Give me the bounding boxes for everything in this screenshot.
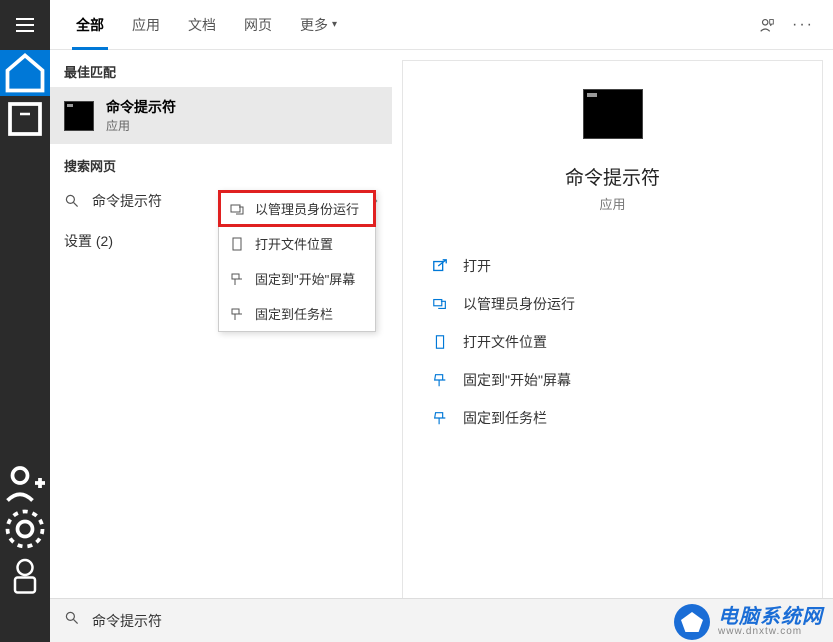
detail-panel: 命令提示符 应用 打开 以管理员身份运行 打开文件位置: [402, 60, 823, 632]
context-pin-to-start[interactable]: 固定到"开始"屏幕: [219, 261, 375, 296]
best-match-subtitle: 应用: [106, 117, 176, 134]
more-options-button[interactable]: ···: [785, 7, 821, 43]
rail-settings-button[interactable]: [0, 506, 50, 552]
open-icon: [431, 257, 449, 275]
action-pin-to-taskbar[interactable]: 固定到任务栏: [423, 401, 802, 435]
tab-web[interactable]: 网页: [230, 0, 286, 50]
detail-title: 命令提示符: [565, 163, 660, 190]
pin-taskbar-icon: [229, 306, 245, 322]
feedback-icon: [758, 16, 776, 34]
tab-all[interactable]: 全部: [62, 0, 118, 50]
tab-more-label: 更多: [300, 15, 328, 35]
main-panel: 全部 应用 文档 网页 更多 ▾ ··· 最佳匹配: [50, 0, 833, 642]
tab-apps[interactable]: 应用: [118, 0, 174, 50]
ellipsis-icon: ···: [792, 16, 814, 34]
hamburger-button[interactable]: [0, 0, 50, 50]
tab-docs[interactable]: 文档: [174, 0, 230, 50]
action-open[interactable]: 打开: [423, 249, 802, 283]
action-open-file-location[interactable]: 打开文件位置: [423, 325, 802, 359]
collection-icon: [0, 94, 50, 144]
user-icon: [0, 550, 50, 600]
rail-home-button[interactable]: [0, 50, 50, 96]
search-input-text: 命令提示符: [92, 611, 162, 631]
action-open-label: 打开: [463, 256, 491, 276]
admin-shield-icon: [431, 295, 449, 313]
folder-icon: [229, 236, 245, 252]
chevron-down-icon: ▾: [332, 19, 337, 30]
best-match-title: 命令提示符: [106, 97, 176, 117]
action-pin-to-start[interactable]: 固定到"开始"屏幕: [423, 363, 802, 397]
tab-more[interactable]: 更多 ▾: [286, 0, 351, 50]
watermark-url: www.dnxtw.com: [718, 627, 823, 637]
admin-shield-icon: [229, 201, 245, 217]
rail-collection-button[interactable]: [0, 96, 50, 142]
search-web-header: 搜索网页: [50, 144, 392, 181]
action-pin-to-taskbar-label: 固定到任务栏: [463, 408, 547, 428]
context-run-as-admin[interactable]: 以管理员身份运行: [219, 191, 375, 226]
context-open-file-location-label: 打开文件位置: [255, 234, 333, 253]
folder-icon: [431, 333, 449, 351]
detail-column: 命令提示符 应用 打开 以管理员身份运行 打开文件位置: [392, 50, 833, 642]
feedback-button[interactable]: [749, 7, 785, 43]
pin-start-icon: [229, 271, 245, 287]
watermark-text: 电脑系统网: [718, 607, 823, 627]
pin-start-icon: [431, 371, 449, 389]
context-menu: 以管理员身份运行 打开文件位置 固定到"开始"屏幕 固定到任务栏: [218, 190, 376, 332]
watermark-logo-icon: [674, 604, 710, 640]
pin-taskbar-icon: [431, 409, 449, 427]
action-pin-to-start-label: 固定到"开始"屏幕: [463, 370, 571, 390]
action-open-file-location-label: 打开文件位置: [463, 332, 547, 352]
context-run-as-admin-label: 以管理员身份运行: [255, 199, 359, 218]
cmd-thumbnail-icon: [64, 101, 94, 131]
rail-user-button[interactable]: [0, 552, 50, 598]
context-pin-to-taskbar-label: 固定到任务栏: [255, 304, 333, 323]
results-column: 最佳匹配 命令提示符 应用 搜索网页 命令提示符 › 设置 (2: [50, 50, 392, 642]
best-match-header: 最佳匹配: [50, 50, 392, 87]
gear-icon: [0, 504, 50, 554]
home-icon: [0, 48, 50, 98]
watermark: 电脑系统网 www.dnxtw.com: [674, 604, 823, 640]
search-tabs: 全部 应用 文档 网页 更多 ▾ ···: [50, 0, 833, 50]
detail-subtitle: 应用: [599, 194, 625, 213]
action-run-as-admin-label: 以管理员身份运行: [463, 294, 575, 314]
rail-add-user-button[interactable]: [0, 460, 50, 506]
cmd-large-thumbnail-icon: [583, 89, 643, 139]
hamburger-icon: [16, 18, 34, 32]
context-pin-to-start-label: 固定到"开始"屏幕: [255, 269, 355, 288]
search-icon: [64, 193, 80, 209]
context-open-file-location[interactable]: 打开文件位置: [219, 226, 375, 261]
web-suggestion-text: 命令提示符: [92, 191, 162, 211]
context-pin-to-taskbar[interactable]: 固定到任务栏: [219, 296, 375, 331]
search-icon: [64, 610, 80, 631]
add-user-icon: [0, 458, 50, 508]
left-rail: [0, 0, 50, 642]
best-match-result[interactable]: 命令提示符 应用: [50, 87, 392, 144]
action-run-as-admin[interactable]: 以管理员身份运行: [423, 287, 802, 321]
